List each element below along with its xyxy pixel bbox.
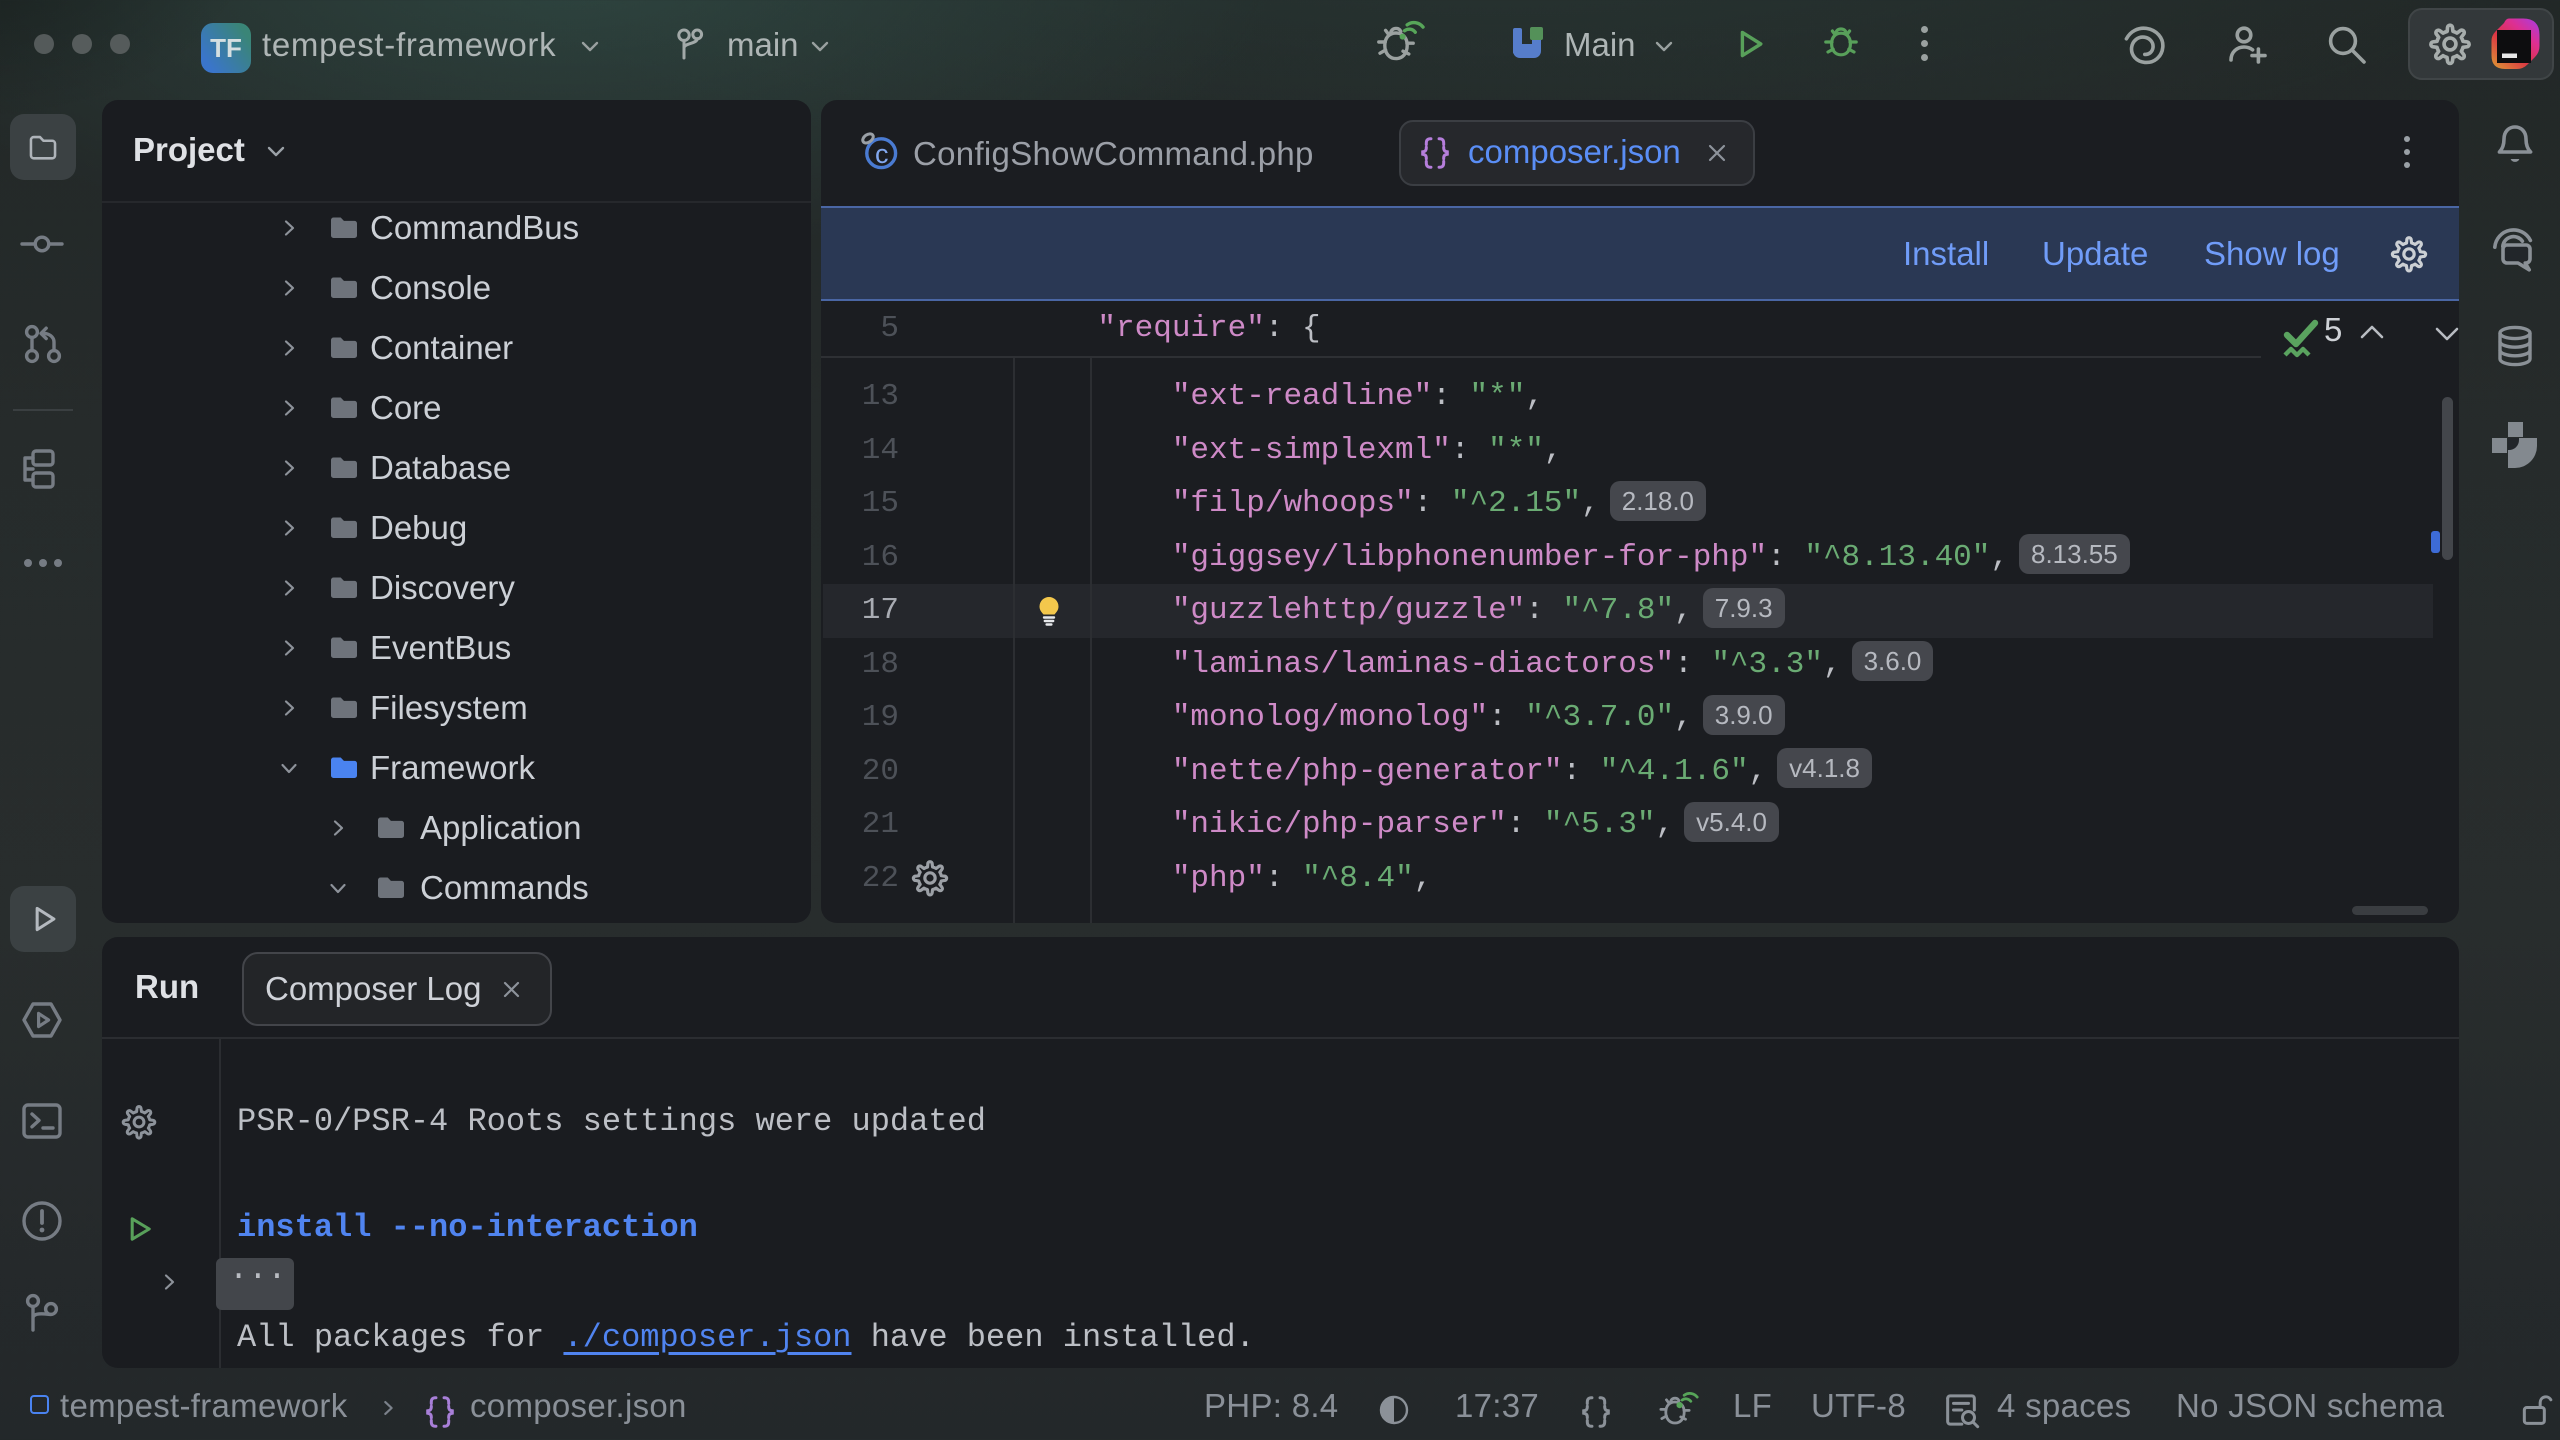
svg-text:c: c [875,139,889,169]
